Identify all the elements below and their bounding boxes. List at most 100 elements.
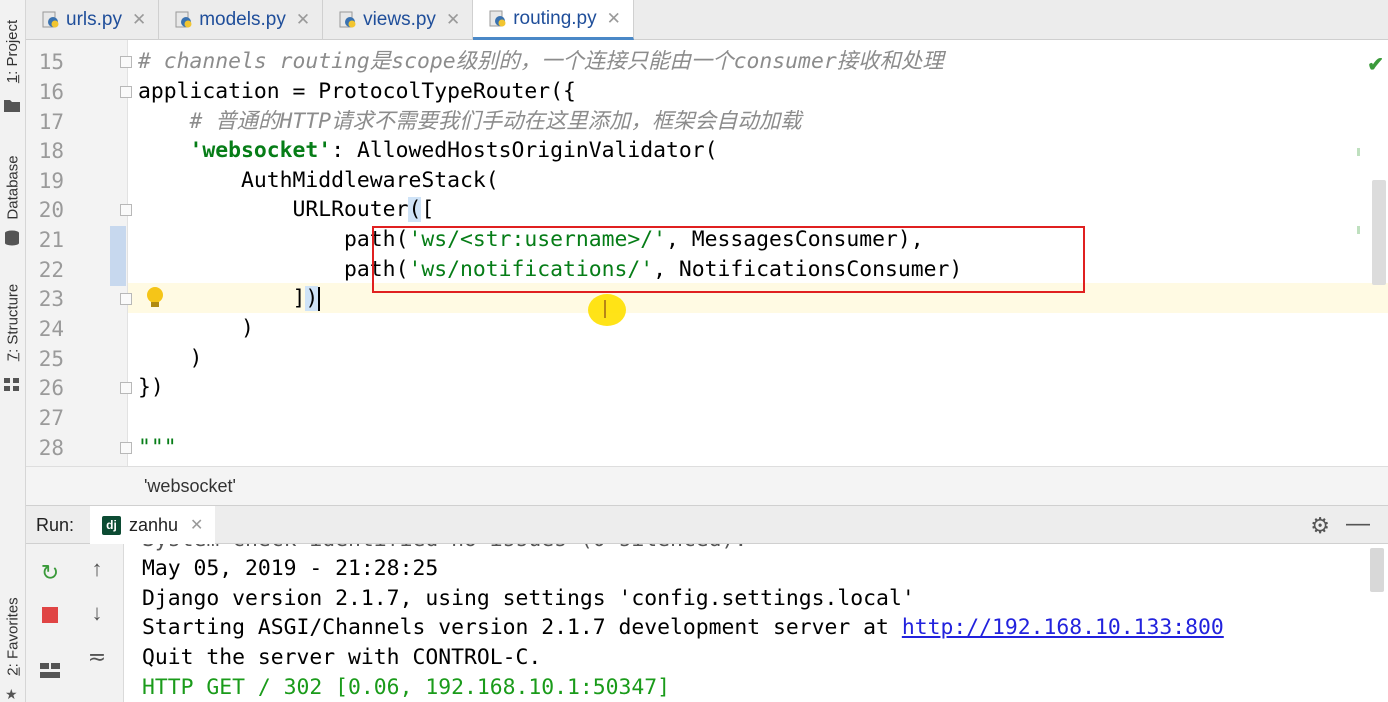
console-line: Quit the server with CONTROL-C. [142, 645, 542, 670]
run-toolbar: ↻ ↑ ↓ ≂ [26, 544, 124, 702]
code-line-20: URLRouter([ [138, 195, 434, 225]
project-tool-label: : Project [4, 19, 22, 75]
code-line-16: application = ProtocolTypeRouter({ [138, 79, 576, 104]
console-line: May 05, 2019 - 21:28:25 [142, 556, 439, 581]
code-line-23: ]) [138, 284, 321, 314]
favorites-tool-label: : Favorites [4, 596, 22, 667]
code-text: URLRouter [138, 197, 409, 222]
line-number: 24 [38, 317, 64, 341]
editor-scrollbar[interactable] [1372, 180, 1386, 285]
code-text: path( [138, 257, 409, 282]
code-text: : AllowedHostsOriginValidator( [331, 138, 718, 163]
console-line-http-log: HTTP GET / 302 [0.06, 192.168.10.1:50347… [142, 675, 671, 700]
error-stripe-mark [1357, 226, 1360, 234]
code-text: [ [421, 197, 435, 222]
matched-bracket: ) [305, 286, 319, 311]
close-icon[interactable]: ✕ [446, 10, 460, 30]
favorites-tool-tab[interactable]: 2: Favorites [0, 588, 26, 684]
django-icon: dj [102, 515, 121, 535]
layout-icon[interactable] [37, 658, 63, 684]
star-icon: ★ [5, 686, 18, 702]
code-text: path( [138, 227, 409, 252]
ibeam-cursor-icon [604, 300, 608, 318]
breadcrumb[interactable]: 'websocket' [144, 476, 236, 497]
line-number: 25 [38, 347, 64, 371]
run-tab-zanhu[interactable]: dj zanhu ✕ [90, 506, 216, 544]
database-icon [5, 230, 19, 246]
line-number: 15 [38, 50, 64, 74]
line-number: 27 [38, 406, 64, 430]
stop-icon[interactable] [37, 602, 63, 628]
line-number: 28 [38, 436, 64, 460]
gear-icon[interactable]: ⚙ [1310, 513, 1330, 539]
structure-tool-num: 7 [4, 352, 22, 361]
structure-tool-tab[interactable]: 7: Structure [0, 270, 26, 374]
console-line: Django version 2.1.7, using settings 'co… [142, 586, 915, 611]
line-gutter: 15 16 17 18 19 20 21 22 23 24 25 26 27 2… [26, 40, 132, 466]
code-line-17: # 普通的HTTP请求不需要我们手动在这里添加，框架会自动加载 [138, 107, 802, 137]
database-tool-tab[interactable]: Database [0, 142, 26, 232]
close-icon[interactable]: ✕ [132, 10, 146, 30]
code-editor[interactable]: 15 16 17 18 19 20 21 22 23 24 25 26 27 2… [26, 40, 1388, 466]
string-literal: 'websocket' [189, 138, 332, 163]
tab-label: models.py [199, 9, 286, 30]
matched-bracket: ( [408, 197, 422, 222]
minimize-icon[interactable]: — [1346, 510, 1370, 538]
structure-icon [4, 378, 19, 391]
line-number: 21 [38, 228, 64, 252]
favorites-tool-num: 2 [4, 666, 22, 676]
left-tool-strip: 1: Project Database 7: Structure 2: Favo… [0, 0, 26, 702]
code-line-24: ) [138, 316, 254, 341]
annotation-highlight-box [372, 226, 1085, 293]
scroll-down-icon[interactable]: ↓ [84, 600, 110, 626]
code-text: ] [138, 286, 306, 311]
run-console[interactable]: System check identified no issues (0 sil… [124, 544, 1388, 702]
run-panel-header: Run: dj zanhu ✕ ⚙ — [26, 506, 1388, 544]
code-line-25: ) [138, 346, 203, 371]
project-tool-tab[interactable]: 1: Project [0, 10, 26, 92]
tab-routing[interactable]: routing.py ✕ [473, 0, 634, 40]
fold-marker[interactable] [120, 86, 132, 98]
line-number: 20 [38, 198, 64, 222]
close-icon[interactable]: ✕ [607, 9, 621, 29]
comment: # 普通的HTTP请求不需要我们手动在这里添加，框架会自动加载 [189, 109, 802, 134]
fold-marker[interactable] [120, 382, 132, 394]
editor-tab-bar: urls.py ✕ models.py ✕ views.py ✕ routing… [26, 0, 1388, 40]
close-icon[interactable]: ✕ [190, 515, 203, 535]
python-file-icon [339, 11, 356, 28]
check-icon[interactable]: ✔ [1367, 52, 1384, 77]
line-number: 18 [38, 139, 64, 163]
fold-marker[interactable] [120, 56, 132, 68]
mouse-cursor-highlight [588, 294, 626, 326]
scroll-up-icon[interactable]: ↑ [84, 556, 110, 582]
console-scrollbar[interactable] [1370, 548, 1384, 592]
line-number: 22 [38, 258, 64, 282]
folder-icon [4, 100, 20, 112]
python-file-icon [175, 11, 192, 28]
fold-marker[interactable] [120, 293, 132, 305]
text-caret [318, 287, 321, 311]
fold-marker[interactable] [120, 442, 132, 454]
line-number: 26 [38, 376, 64, 400]
tab-label: routing.py [513, 7, 597, 29]
code-line-26: }) [138, 375, 164, 400]
project-tool-num: 1 [4, 74, 22, 83]
rerun-icon[interactable]: ↻ [37, 560, 63, 586]
tab-label: views.py [363, 9, 436, 30]
server-url-link[interactable]: http://192.168.10.133:800 [902, 615, 1224, 640]
line-number: 19 [38, 169, 64, 193]
fold-marker[interactable] [120, 204, 132, 216]
close-icon[interactable]: ✕ [296, 10, 310, 30]
run-tab-label: zanhu [129, 514, 179, 535]
line-number: 23 [38, 287, 64, 311]
tab-models[interactable]: models.py ✕ [159, 0, 324, 40]
line-number: 16 [38, 80, 64, 104]
tab-views[interactable]: views.py ✕ [323, 0, 474, 40]
tab-urls[interactable]: urls.py ✕ [26, 0, 160, 40]
tab-label: urls.py [66, 9, 122, 30]
code-line-19: AuthMiddlewareStack( [138, 168, 499, 193]
console-line: Starting ASGI/Channels version 2.1.7 dev… [142, 613, 1224, 643]
soft-wrap-icon[interactable]: ≂ [84, 644, 110, 670]
